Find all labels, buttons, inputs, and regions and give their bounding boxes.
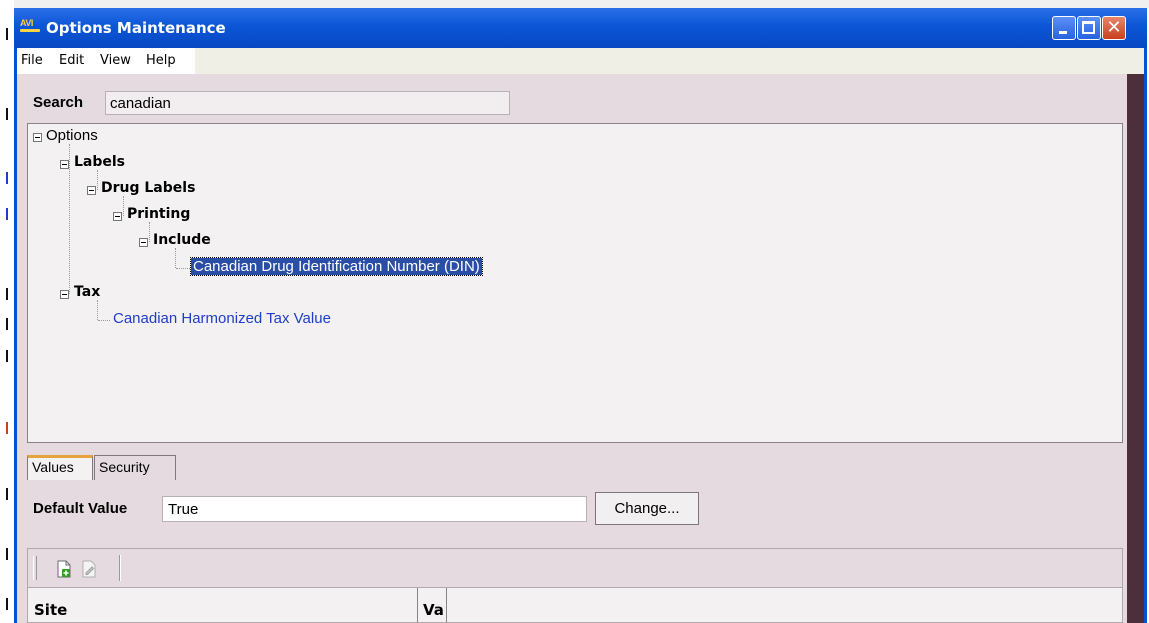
tree-node-drug-labels[interactable]: Drug Labels (101, 180, 195, 196)
menu-file[interactable]: File (21, 53, 43, 68)
background-window-edge (0, 0, 14, 623)
sites-grid: Site Va (27, 588, 1123, 623)
collapse-printing-icon[interactable] (113, 212, 122, 221)
app-icon[interactable]: AVI (20, 18, 42, 36)
toolbar-grip[interactable] (33, 556, 37, 580)
tree-node-printing[interactable]: Printing (127, 206, 190, 222)
options-tree[interactable]: Options Labels Drug Labels Printing Incl… (27, 123, 1123, 443)
menu-view[interactable]: View (100, 53, 131, 68)
tree-connector (97, 300, 98, 320)
side-panel (1127, 74, 1144, 623)
column-header-site[interactable]: Site (28, 588, 418, 622)
default-value-label: Default Value (33, 500, 128, 517)
tree-connector (176, 268, 190, 269)
tree-node-options[interactable]: Options (46, 127, 98, 144)
column-header-value[interactable]: Va (418, 588, 447, 622)
tree-node-harmonized-tax[interactable]: Canadian Harmonized Tax Value (113, 310, 331, 327)
minimize-button[interactable] (1052, 16, 1076, 40)
menu-help[interactable]: Help (146, 53, 176, 68)
tree-connector (175, 248, 176, 268)
collapse-tax-icon[interactable] (60, 290, 69, 299)
tab-security[interactable]: Security (94, 455, 176, 480)
close-icon: ✕ (1106, 17, 1122, 38)
collapse-options-icon[interactable] (33, 133, 42, 142)
edit-record-icon[interactable] (81, 560, 97, 578)
menu-bar: File Edit View Help (17, 48, 1144, 74)
tree-connector (69, 144, 70, 294)
change-button[interactable]: Change... (595, 492, 699, 525)
collapse-labels-icon[interactable] (60, 160, 69, 169)
maximize-button[interactable] (1077, 16, 1101, 40)
background-desktop (14, 0, 1149, 8)
tree-connector (97, 170, 98, 190)
title-bar[interactable]: AVI Options Maintenance ✕ (14, 8, 1147, 48)
search-label: Search (33, 94, 84, 111)
toolbar-separator (119, 555, 121, 581)
tree-connector (149, 222, 150, 242)
minimize-icon (1059, 31, 1067, 34)
tree-connector (123, 196, 124, 216)
search-input[interactable] (105, 91, 510, 115)
tree-connector (98, 320, 110, 321)
tab-values[interactable]: Values (27, 455, 93, 480)
close-button[interactable]: ✕ (1102, 16, 1126, 40)
maximize-icon (1082, 21, 1095, 34)
tree-node-din[interactable]: Canadian Drug Identification Number (DIN… (190, 257, 483, 276)
default-value-input[interactable] (162, 496, 587, 522)
window-title: Options Maintenance (46, 19, 226, 37)
collapse-include-icon[interactable] (139, 238, 148, 247)
tree-node-labels[interactable]: Labels (74, 154, 125, 170)
options-maintenance-window: AVI Options Maintenance ✕ File Edit View… (14, 8, 1147, 623)
tree-node-tax[interactable]: Tax (74, 284, 100, 300)
collapse-drug-labels-icon[interactable] (87, 186, 96, 195)
grid-toolbar (27, 548, 1123, 588)
tree-node-include[interactable]: Include (153, 232, 211, 248)
main-content: Search Options Labels Drug Labels Printi… (17, 74, 1127, 623)
menu-edit[interactable]: Edit (59, 53, 84, 68)
add-record-icon[interactable] (56, 560, 72, 578)
